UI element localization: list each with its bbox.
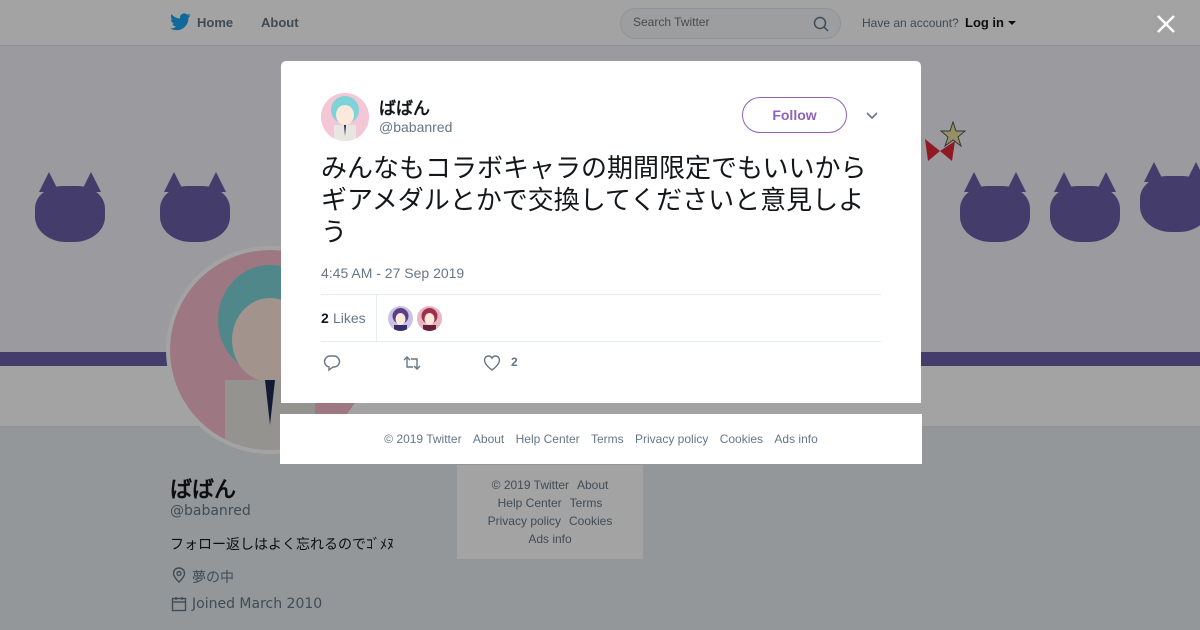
close-icon[interactable]	[1155, 13, 1177, 35]
avatar-illustration	[388, 306, 413, 331]
tweet-modal: ばばん @babanred Follow みんなもコラボキャラの期間限定でもいい…	[281, 61, 921, 403]
retweet-icon[interactable]	[403, 354, 421, 372]
reply-icon[interactable]	[323, 354, 341, 372]
likes-count[interactable]: 2	[321, 310, 329, 326]
stats-divider	[376, 295, 377, 341]
footer-about-link[interactable]: About	[473, 432, 504, 446]
footer-ads-info-link[interactable]: Ads info	[774, 432, 817, 446]
tweet-author-name[interactable]: ばばん	[379, 94, 430, 119]
footer-cookies-link[interactable]: Cookies	[720, 432, 763, 446]
footer-copyright: © 2019 Twitter	[384, 432, 462, 446]
tweet-actions: 2	[321, 353, 881, 373]
like-action-count: 2	[511, 355, 518, 369]
footer-privacy-link[interactable]: Privacy policy	[635, 432, 708, 446]
tweet-timestamp[interactable]: 4:45 AM - 27 Sep 2019	[321, 265, 464, 281]
heart-icon[interactable]	[483, 354, 501, 372]
liker-avatar[interactable]	[417, 306, 442, 331]
avatar-illustration	[321, 93, 369, 141]
tweet-text: みんなもコラボキャラの期間限定でもいいからギアメダルとかで交換してくださいと意見…	[321, 154, 867, 248]
tweet-stats: 2 Likes	[321, 294, 881, 342]
likes-label[interactable]: Likes	[333, 310, 366, 326]
follow-button[interactable]: Follow	[742, 97, 847, 133]
avatar-illustration	[417, 306, 442, 331]
footer-help-center-link[interactable]: Help Center	[516, 432, 580, 446]
tweet-author-handle[interactable]: @babanred	[379, 119, 452, 135]
chevron-down-icon[interactable]	[864, 108, 880, 124]
liker-avatar[interactable]	[388, 306, 413, 331]
footer-terms-link[interactable]: Terms	[591, 432, 624, 446]
tweet-author-avatar[interactable]	[321, 93, 369, 141]
modal-footer: © 2019 Twitter About Help Center Terms P…	[280, 414, 922, 464]
